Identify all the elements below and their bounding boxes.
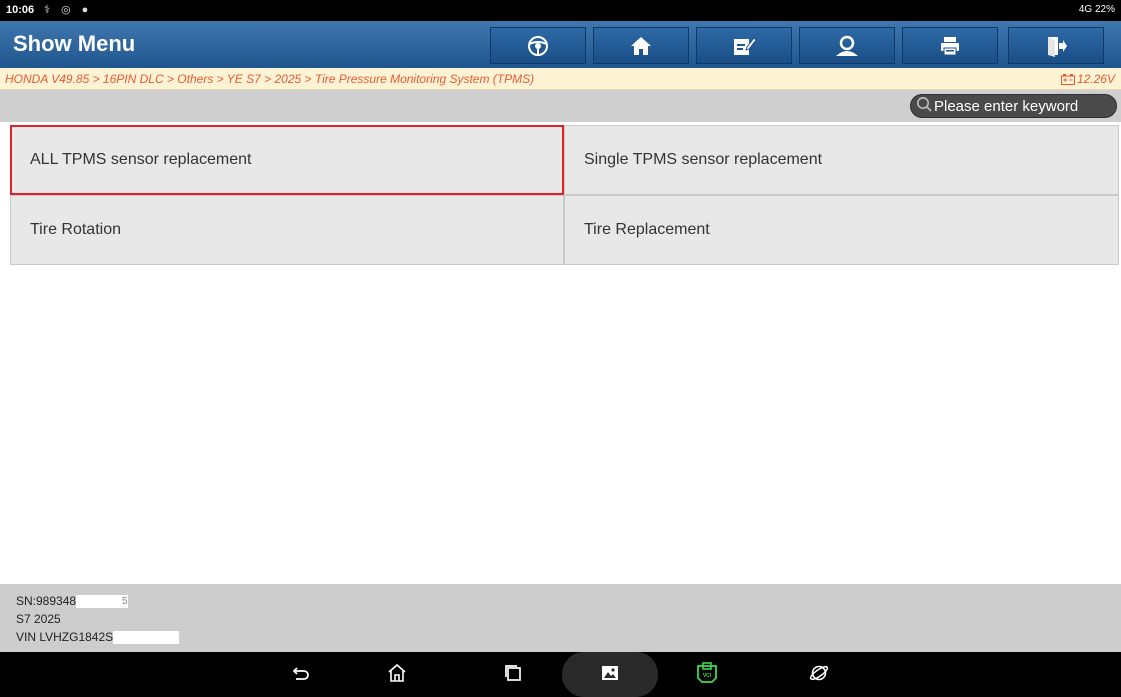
- edit-button[interactable]: [696, 27, 792, 64]
- vehicle-model-text: S7 2025: [16, 612, 61, 626]
- vin: VIN LVHZG1842S: [16, 630, 180, 644]
- status-time: 10:06: [6, 4, 35, 16]
- search-box[interactable]: [910, 94, 1117, 118]
- back-icon: [291, 663, 311, 688]
- menu-item-label: ALL TPMS sensor replacement: [30, 151, 252, 168]
- recents-icon: [503, 663, 523, 688]
- home-icon: [630, 35, 652, 57]
- serial-number: SN:989348 5: [16, 594, 129, 608]
- print-icon: [939, 35, 961, 57]
- recents-button[interactable]: [500, 662, 526, 688]
- steering-wheel-button[interactable]: [490, 27, 586, 64]
- menu-item-label: Tire Replacement: [584, 221, 710, 238]
- breadcrumb: HONDA V49.85 > 16PIN DLC > Others > YE S…: [0, 68, 1121, 90]
- user-icon: [835, 35, 859, 57]
- edit-icon: [732, 35, 756, 57]
- menu-item-single-tpms-sensor-replacement[interactable]: Single TPMS sensor replacement: [564, 125, 1119, 195]
- browser-icon: [809, 663, 829, 688]
- serial-number-text: SN:989348: [16, 594, 77, 608]
- vehicle-info-panel: SN:989348 5 S7 2025 VIN LVHZG1842S: [0, 584, 1121, 652]
- search-icon: [916, 96, 932, 117]
- redaction-block: [113, 630, 180, 644]
- breadcrumb-path: HONDA V49.85 > 16PIN DLC > Others > YE S…: [5, 72, 535, 86]
- gallery-icon: [600, 663, 620, 688]
- vci-button[interactable]: VCI: [694, 661, 720, 689]
- home-nav-icon: [387, 663, 407, 688]
- exit-icon: [1045, 35, 1067, 57]
- vci-icon: VCI: [695, 661, 719, 689]
- status-bar: 10:06 ⚕ ◎ ● 4G 22%: [0, 0, 1121, 21]
- battery-voltage: 12.26V: [1060, 72, 1115, 86]
- print-button[interactable]: [902, 27, 998, 64]
- gallery-button[interactable]: [597, 662, 623, 688]
- voltage-value: 12.26V: [1076, 72, 1115, 86]
- exit-button[interactable]: [1008, 27, 1104, 64]
- notification-icons: ⚕ ◎ ●: [44, 4, 93, 16]
- vin-text: VIN LVHZG1842S: [16, 630, 114, 644]
- menu-item-label: Single TPMS sensor replacement: [584, 151, 823, 168]
- back-button[interactable]: [288, 662, 314, 688]
- steering-wheel-icon: [527, 35, 549, 57]
- home-button[interactable]: [593, 27, 689, 64]
- browser-button[interactable]: [806, 662, 832, 688]
- battery-icon: [1060, 73, 1075, 85]
- redaction-block: [76, 594, 129, 608]
- status-indicators: 4G 22%: [1078, 4, 1115, 15]
- search-input[interactable]: [932, 97, 1116, 115]
- header-bar: Show Menu: [0, 21, 1121, 68]
- menu-item-tire-rotation[interactable]: Tire Rotation: [10, 195, 564, 265]
- serial-number-suffix: 5: [122, 595, 128, 607]
- vehicle-model: S7 2025: [16, 612, 61, 626]
- page-title: Show Menu: [13, 31, 136, 56]
- menu-item-tire-replacement[interactable]: Tire Replacement: [564, 195, 1119, 265]
- function-menu: ALL TPMS sensor replacement Single TPMS …: [10, 125, 1119, 265]
- android-nav-bar: VCI: [0, 652, 1121, 697]
- search-row: [0, 90, 1121, 122]
- home-nav-button[interactable]: [384, 662, 410, 688]
- menu-item-all-tpms-sensor-replacement[interactable]: ALL TPMS sensor replacement: [10, 125, 564, 195]
- svg-text:VCI: VCI: [703, 673, 712, 679]
- menu-item-label: Tire Rotation: [30, 221, 121, 238]
- user-button[interactable]: [799, 27, 895, 64]
